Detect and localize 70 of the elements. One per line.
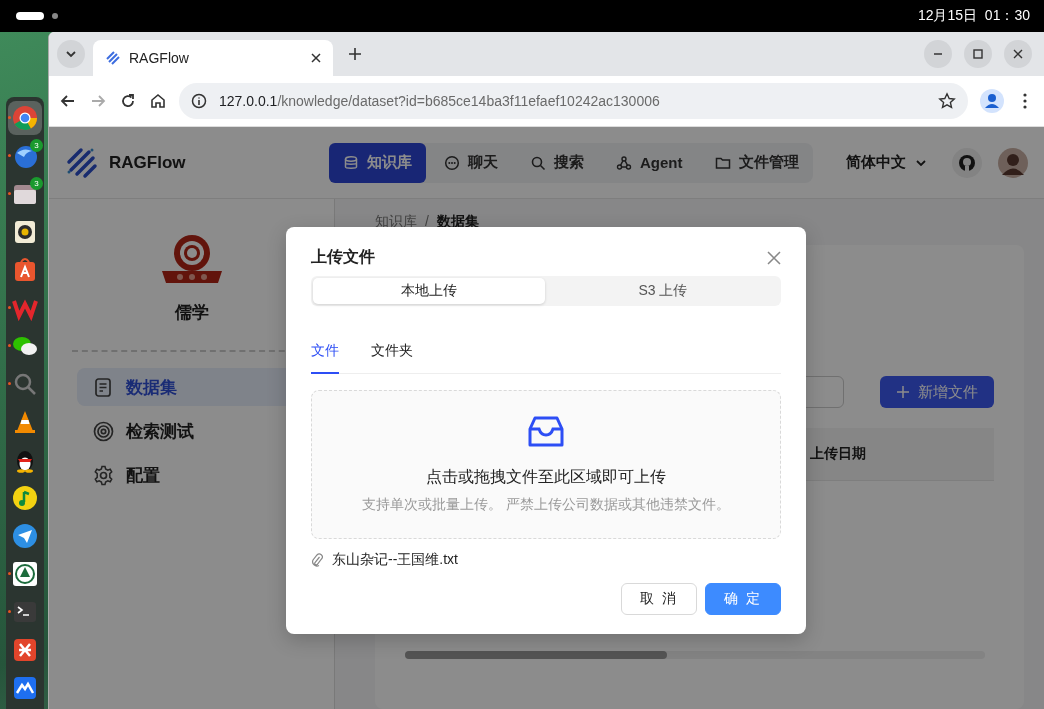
plus-icon [348,47,362,61]
close-button[interactable] [1004,40,1032,68]
address-bar[interactable]: 127.0.0.1/knowledge/dataset?id=b685ce14ba3f11efaef10242ac130006 [179,83,968,119]
upload-type-tab[interactable]: 文件夹 [371,338,413,374]
drop-zone-text: 点击或拖拽文件至此区域即可上传 [426,467,666,487]
source-tab[interactable]: S3 上传 [547,278,779,304]
breadcrumb-item[interactable]: 知识库 [375,213,417,231]
target-icon [93,420,114,442]
column-header: 上传日期 [810,445,866,463]
tab-search-button[interactable] [57,40,85,68]
clock[interactable]: 12月15日 01：30 [917,7,1030,25]
store-bag-icon [12,257,38,283]
reload-icon[interactable] [119,92,137,110]
dock-item[interactable]: 3 [8,139,42,173]
source-tab[interactable]: 本地上传 [313,278,545,304]
upload-type-tab[interactable]: 文件 [311,338,339,374]
stripes-icon [105,50,121,66]
search-icon [12,371,38,397]
cancel-button[interactable]: 取 消 [621,583,698,615]
traffic-cone-icon [12,409,38,435]
language-selector[interactable]: 简体中文 [846,153,928,172]
music-note-icon [12,485,38,511]
plus-icon [896,385,910,399]
home-icon[interactable] [149,92,167,110]
nodes-icon [616,154,632,171]
paper-plane-icon [12,523,38,549]
horizontal-scrollbar[interactable] [405,651,985,659]
inbox-icon [527,415,565,449]
nav-tab[interactable]: 文件管理 [700,142,813,183]
notification-badge: 3 [30,177,43,190]
github-button[interactable] [952,147,982,178]
nav-tab[interactable]: 搜索 [516,142,598,183]
drop-zone[interactable]: 点击或拖拽文件至此区域即可上传 支持单次或批量上传。 严禁上传公司数据或其他违禁文件。 [311,390,781,539]
dialog-title: 上传文件 [311,247,375,267]
browser-tab[interactable]: RAGFlow [93,40,333,76]
nav-tab[interactable]: 知识库 [329,142,426,183]
chat-icon [444,154,460,171]
document-icon [93,376,114,398]
stripes-logo-icon [65,145,99,180]
emblem-icon [12,561,38,587]
maximize-icon [973,49,983,59]
brand-name: RAGFlow [109,152,187,173]
terminal-icon [12,599,38,625]
database-icon [343,154,359,171]
browser-icon [12,105,38,131]
minimize-icon [933,53,943,55]
confirm-button[interactable]: 确 定 [705,583,781,615]
gear-icon [93,464,114,486]
notification-badge: 3 [30,139,43,152]
search-icon [530,154,546,171]
nav-tab[interactable]: 聊天 [430,142,512,183]
drop-zone-hint: 支持单次或批量上传。 严禁上传公司数据或其他违禁文件。 [362,496,730,514]
url-text: 127.0.0.1/knowledge/dataset?id=b685ce14ba3f11efaef10242ac130006 [219,93,661,109]
add-file-button[interactable]: 新增文件 [880,376,994,408]
profile-icon[interactable] [980,89,1004,113]
dock-item[interactable] [8,101,42,135]
close-icon[interactable] [311,53,321,63]
info-icon[interactable] [191,93,207,109]
file-name[interactable]: 东山杂记--王国维.txt [332,551,458,569]
nav-tab[interactable]: Agent [602,142,697,183]
star-icon[interactable] [938,92,956,110]
activities-button[interactable] [16,12,58,20]
knowledge-base-name: 儒学 [174,302,209,324]
speaker-icon [12,219,38,245]
avatar[interactable] [998,147,1028,178]
breadcrumb-separator: / [425,213,429,231]
close-icon [1013,49,1023,59]
paperclip-icon [311,553,323,567]
dock-item[interactable]: 3 [8,177,42,211]
maximize-button[interactable] [964,40,992,68]
